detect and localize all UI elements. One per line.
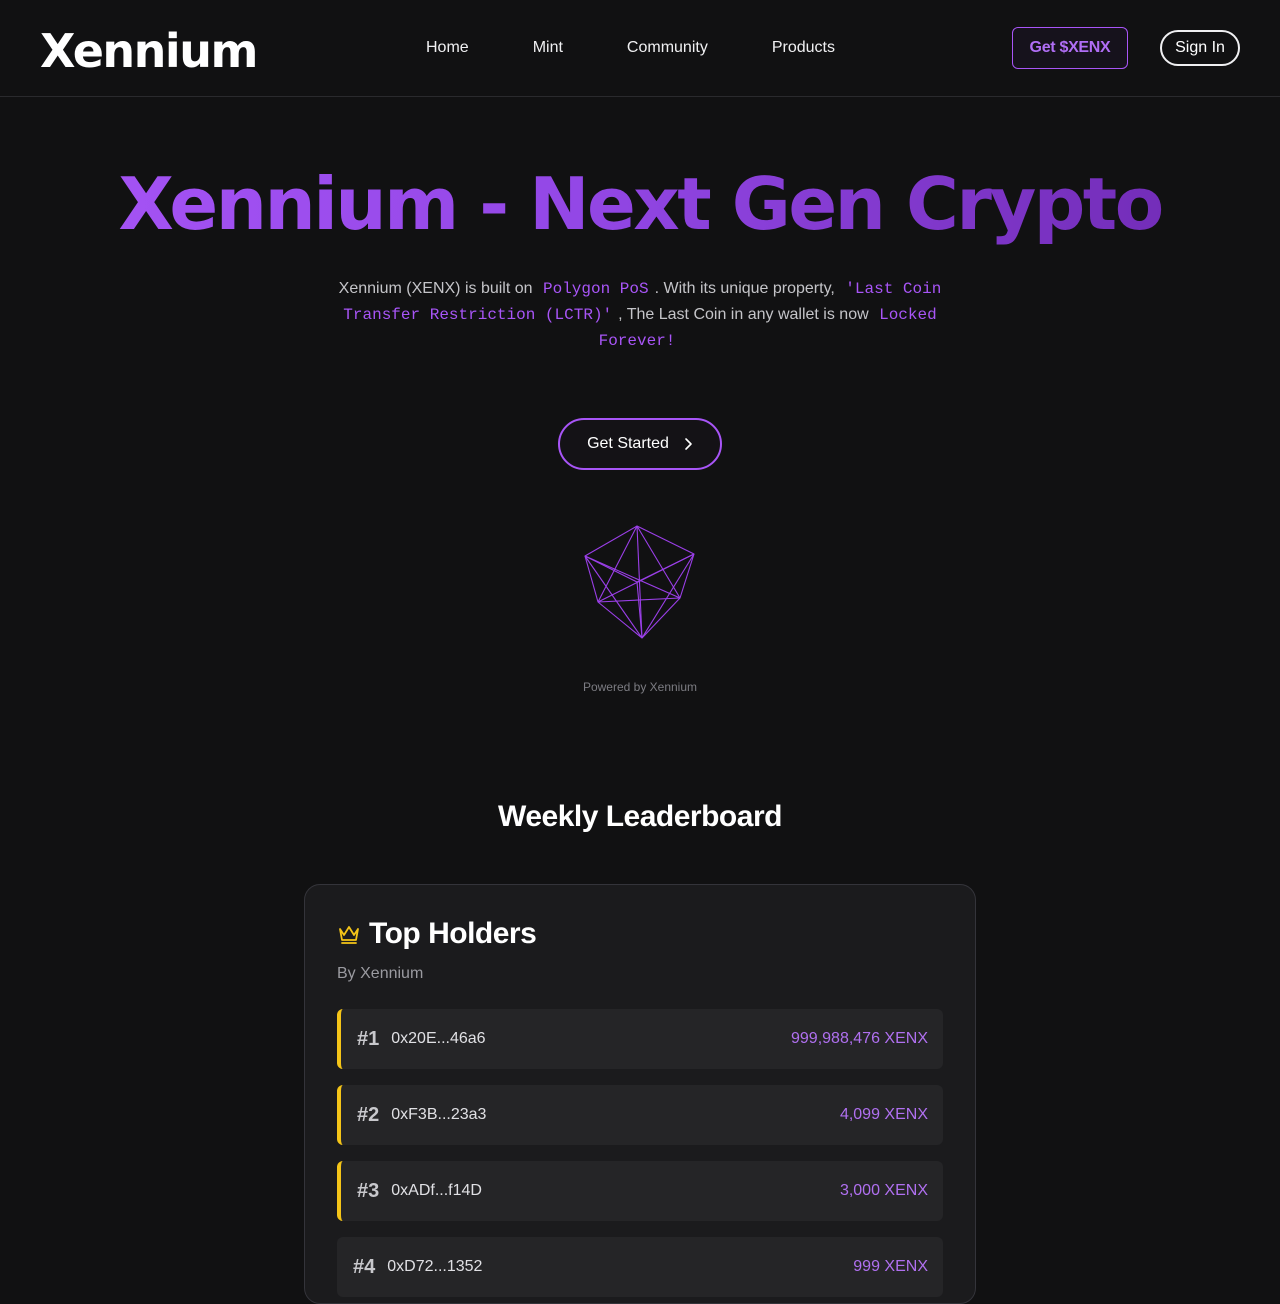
- wallet-address: 0xD72...1352: [387, 1258, 483, 1275]
- top-holders-card: Top Holders By Xennium #1 0x20E...46a6 9…: [304, 884, 976, 1304]
- crown-icon: [339, 926, 359, 944]
- desc-text-1: Xennium (XENX) is built on: [338, 280, 533, 297]
- main-nav: Home Mint Community Products: [394, 37, 867, 59]
- leaderboard-row[interactable]: #4 0xD72...1352 999 XENX: [337, 1237, 943, 1297]
- powered-by-text: Powered by Xennium: [582, 680, 698, 694]
- hero-description: Xennium (XENX) is built on Polygon PoS . …: [320, 276, 960, 354]
- card-title: Top Holders: [369, 917, 537, 950]
- leaderboard-row[interactable]: #1 0x20E...46a6 999,988,476 XENX: [337, 1009, 943, 1069]
- desc-text-2: . With its unique property,: [654, 280, 835, 297]
- get-xenx-button[interactable]: Get $XENX: [1012, 27, 1128, 69]
- wallet-address: 0xADf...f14D: [391, 1182, 482, 1199]
- sign-in-button[interactable]: Sign In: [1160, 30, 1240, 66]
- rank-label: #4: [353, 1255, 376, 1278]
- nav-home[interactable]: Home: [394, 37, 501, 59]
- get-started-button[interactable]: Get Started: [558, 418, 722, 470]
- crystal-wireframe-icon: [584, 525, 695, 639]
- holding-amount: 999,988,476 XENX: [791, 1030, 928, 1047]
- site-header: Xennium Home Mint Community Products Get…: [0, 0, 1280, 97]
- nav-products[interactable]: Products: [740, 37, 867, 59]
- hero-title: Xennium - Next Gen Crypto: [0, 162, 1280, 246]
- rank-label: #1: [357, 1027, 380, 1050]
- holding-amount: 3,000 XENX: [839, 1182, 928, 1199]
- nav-mint[interactable]: Mint: [501, 37, 595, 59]
- desc-code-polygon: Polygon PoS: [542, 280, 649, 298]
- card-subtitle: By Xennium: [337, 965, 424, 982]
- leaderboard-row[interactable]: #3 0xADf...f14D 3,000 XENX: [337, 1161, 943, 1221]
- chevron-right-icon: [685, 438, 692, 450]
- holding-amount: 999 XENX: [853, 1258, 928, 1275]
- desc-text-3: , The Last Coin in any wallet is now: [618, 306, 869, 323]
- site-logo[interactable]: Xennium: [40, 24, 258, 78]
- leaderboard-title: Weekly Leaderboard: [498, 800, 782, 833]
- card-header: Top Holders: [337, 917, 537, 951]
- wallet-address: 0x20E...46a6: [391, 1030, 486, 1047]
- nav-community[interactable]: Community: [595, 37, 740, 59]
- leaderboard-row[interactable]: #2 0xF3B...23a3 4,099 XENX: [337, 1085, 943, 1145]
- wallet-address: 0xF3B...23a3: [391, 1106, 487, 1123]
- rank-label: #2: [357, 1103, 380, 1126]
- holding-amount: 4,099 XENX: [839, 1106, 928, 1123]
- get-started-label: Get Started: [587, 435, 669, 452]
- rank-label: #3: [357, 1179, 380, 1202]
